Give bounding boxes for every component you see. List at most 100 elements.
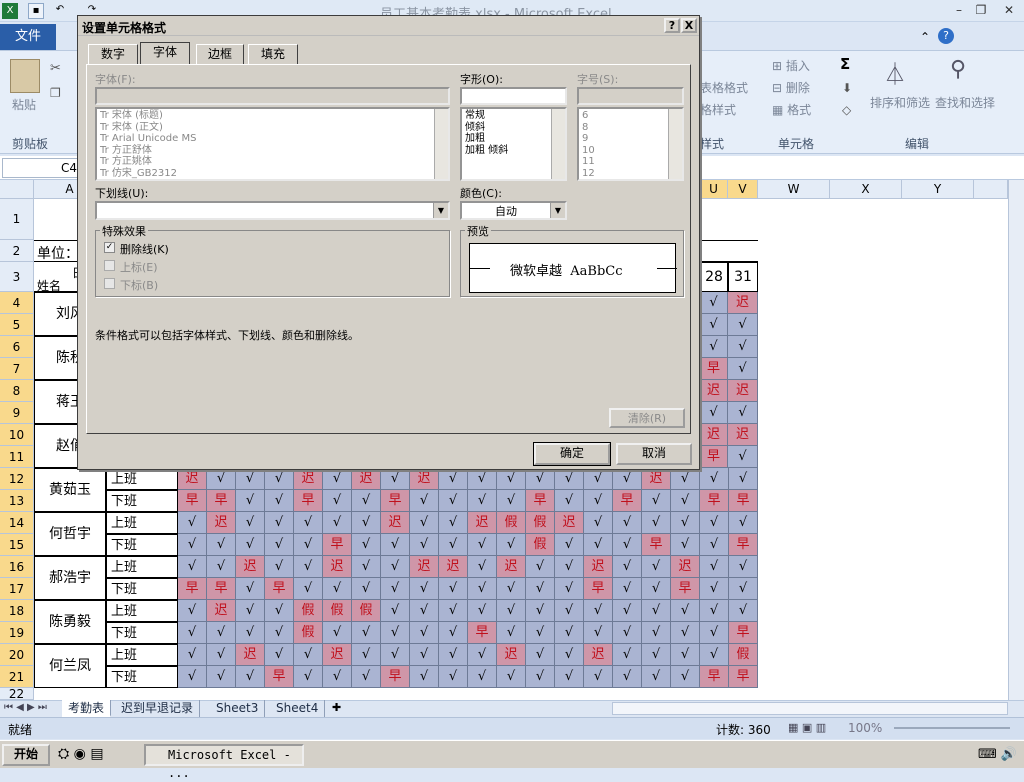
shift-off-label[interactable]: 下班: [106, 490, 178, 512]
attendance-cell[interactable]: √: [381, 600, 410, 622]
attendance-cell[interactable]: √: [497, 534, 526, 556]
attendance-cell[interactable]: √: [439, 468, 468, 490]
attendance-cell[interactable]: √: [642, 512, 671, 534]
attendance-cell[interactable]: √: [236, 490, 265, 512]
attendance-cell[interactable]: √: [671, 468, 700, 490]
attendance-cell[interactable]: √: [700, 512, 729, 534]
size-list-item[interactable]: 9: [582, 133, 679, 145]
attendance-cell[interactable]: √: [178, 600, 207, 622]
row-header[interactable]: 8: [0, 380, 34, 402]
attendance-cell[interactable]: √: [468, 534, 497, 556]
attendance-cell[interactable]: 迟: [671, 556, 700, 578]
style-list[interactable]: 常规 倾斜 加粗 加粗 倾斜: [460, 107, 567, 181]
attendance-cell[interactable]: √: [526, 644, 555, 666]
attendance-cell[interactable]: √: [729, 556, 758, 578]
row-header[interactable]: 12: [0, 468, 34, 490]
attendance-cell[interactable]: √: [728, 358, 758, 380]
attendance-cell[interactable]: √: [584, 468, 613, 490]
attendance-cell[interactable]: 迟: [497, 556, 526, 578]
shift-on-label[interactable]: 上班: [106, 556, 178, 578]
tab-border[interactable]: 边框: [196, 44, 244, 64]
attendance-cell[interactable]: √: [439, 600, 468, 622]
size-list-item[interactable]: 6: [582, 110, 679, 122]
attendance-cell[interactable]: 假: [323, 600, 352, 622]
row-header[interactable]: 1: [0, 199, 34, 240]
attendance-cell[interactable]: √: [526, 556, 555, 578]
attendance-cell[interactable]: √: [671, 600, 700, 622]
attendance-cell[interactable]: √: [381, 534, 410, 556]
shift-on-label[interactable]: 上班: [106, 600, 178, 622]
attendance-cell[interactable]: √: [613, 534, 642, 556]
clear-icon[interactable]: ◇: [842, 103, 851, 117]
attendance-cell[interactable]: √: [352, 490, 381, 512]
select-all-corner[interactable]: [0, 180, 34, 199]
attendance-cell[interactable]: 假: [294, 600, 323, 622]
attendance-cell[interactable]: √: [410, 622, 439, 644]
undo-icon[interactable]: ↶: [52, 3, 68, 19]
attendance-cell[interactable]: √: [410, 666, 439, 688]
attendance-cell[interactable]: √: [439, 622, 468, 644]
attendance-cell[interactable]: 早: [526, 490, 555, 512]
employee-name[interactable]: 郝浩宇: [34, 556, 106, 600]
attendance-cell[interactable]: √: [526, 600, 555, 622]
style-list-item[interactable]: 加粗 倾斜: [465, 145, 562, 157]
attendance-cell[interactable]: √: [700, 644, 729, 666]
attendance-cell[interactable]: 早: [642, 534, 671, 556]
attendance-cell[interactable]: √: [728, 402, 758, 424]
font-input[interactable]: [95, 87, 450, 105]
attendance-cell[interactable]: 迟: [323, 644, 352, 666]
attendance-cell[interactable]: 早: [178, 490, 207, 512]
attendance-cell[interactable]: √: [207, 644, 236, 666]
attendance-cell[interactable]: √: [729, 512, 758, 534]
attendance-cell[interactable]: √: [294, 644, 323, 666]
attendance-cell[interactable]: √: [439, 490, 468, 512]
attendance-cell[interactable]: 迟: [236, 644, 265, 666]
attendance-cell[interactable]: √: [439, 534, 468, 556]
zoom-slider[interactable]: [894, 727, 1010, 729]
attendance-cell[interactable]: √: [294, 534, 323, 556]
attendance-cell[interactable]: √: [207, 468, 236, 490]
row-header[interactable]: 14: [0, 512, 34, 534]
autosum-icon[interactable]: Σ: [840, 55, 850, 73]
attendance-cell[interactable]: √: [700, 336, 728, 358]
employee-name[interactable]: 何兰凤: [34, 644, 106, 688]
ok-button[interactable]: 确定: [533, 442, 611, 466]
row-header[interactable]: 9: [0, 402, 34, 424]
font-list-item[interactable]: Tr 仿宋_GB2312: [100, 168, 445, 180]
attendance-cell[interactable]: √: [642, 490, 671, 512]
start-button[interactable]: 开始: [2, 744, 50, 766]
attendance-cell[interactable]: √: [613, 666, 642, 688]
cancel-button[interactable]: 取消: [616, 443, 692, 465]
style-list-item[interactable]: 倾斜: [465, 122, 562, 134]
paste-button[interactable]: 粘贴: [12, 96, 36, 113]
attendance-cell[interactable]: 假: [526, 512, 555, 534]
row-header[interactable]: 21: [0, 666, 34, 688]
shift-on-label[interactable]: 上班: [106, 644, 178, 666]
size-input[interactable]: [577, 87, 684, 105]
row-header[interactable]: 22: [0, 688, 34, 700]
attendance-cell[interactable]: 迟: [700, 380, 728, 402]
attendance-cell[interactable]: 早: [381, 666, 410, 688]
attendance-cell[interactable]: √: [294, 578, 323, 600]
attendance-cell[interactable]: 迟: [294, 468, 323, 490]
attendance-cell[interactable]: 迟: [207, 600, 236, 622]
attendance-cell[interactable]: √: [439, 666, 468, 688]
attendance-cell[interactable]: √: [178, 534, 207, 556]
save-icon[interactable]: ▪: [28, 3, 44, 19]
size-list-item[interactable]: 12: [582, 168, 679, 180]
row-header[interactable]: 3: [0, 262, 34, 292]
attendance-cell[interactable]: √: [642, 556, 671, 578]
attendance-cell[interactable]: 早: [700, 666, 729, 688]
attendance-cell[interactable]: √: [236, 534, 265, 556]
column-header-v[interactable]: V: [728, 180, 758, 199]
style-list-scrollbar[interactable]: [551, 109, 565, 179]
attendance-cell[interactable]: √: [700, 468, 729, 490]
attendance-cell[interactable]: √: [207, 622, 236, 644]
attendance-cell[interactable]: 早: [613, 490, 642, 512]
attendance-cell[interactable]: 假: [526, 534, 555, 556]
attendance-cell[interactable]: √: [178, 556, 207, 578]
attendance-cell[interactable]: √: [497, 490, 526, 512]
attendance-cell[interactable]: √: [207, 666, 236, 688]
row-header[interactable]: 7: [0, 358, 34, 380]
attendance-cell[interactable]: √: [700, 578, 729, 600]
